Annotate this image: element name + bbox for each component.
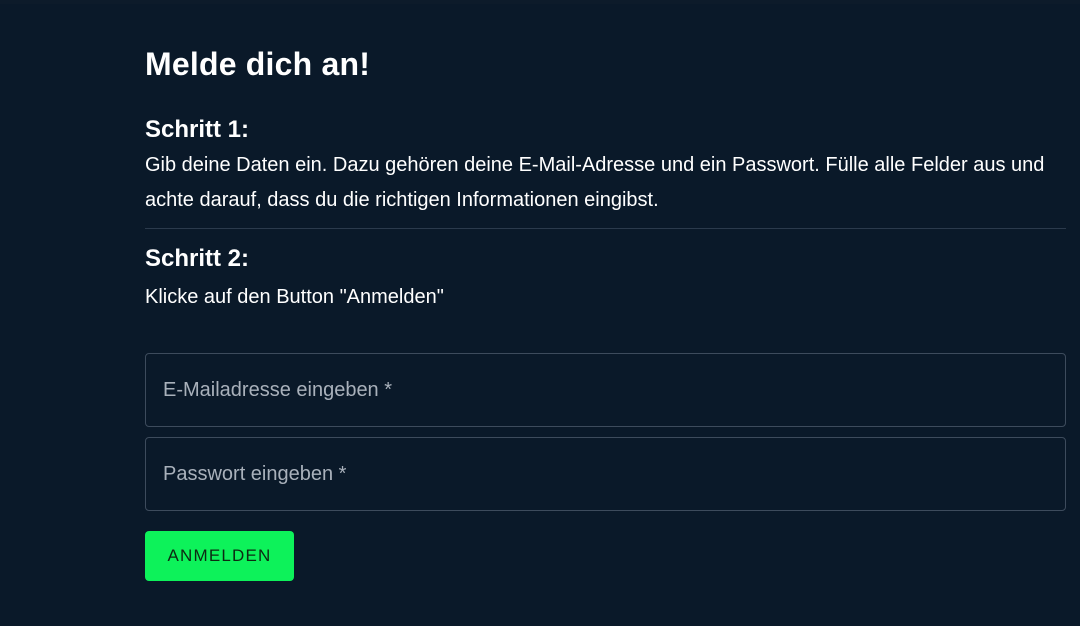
top-edge-strip (0, 0, 1080, 4)
step-2-heading: Schritt 2: (145, 245, 250, 272)
login-button[interactable]: ANMELDEN (145, 531, 294, 581)
step-2-text: Klicke auf den Button "Anmelden" (145, 286, 444, 308)
step-1-text: Gib deine Daten ein. Dazu gehören deine … (145, 154, 1045, 211)
page-title: Melde dich an! (145, 46, 371, 82)
email-field[interactable] (145, 353, 1066, 427)
divider (145, 228, 1066, 229)
step-1-heading: Schritt 1: (145, 116, 250, 143)
password-field[interactable] (145, 437, 1066, 511)
